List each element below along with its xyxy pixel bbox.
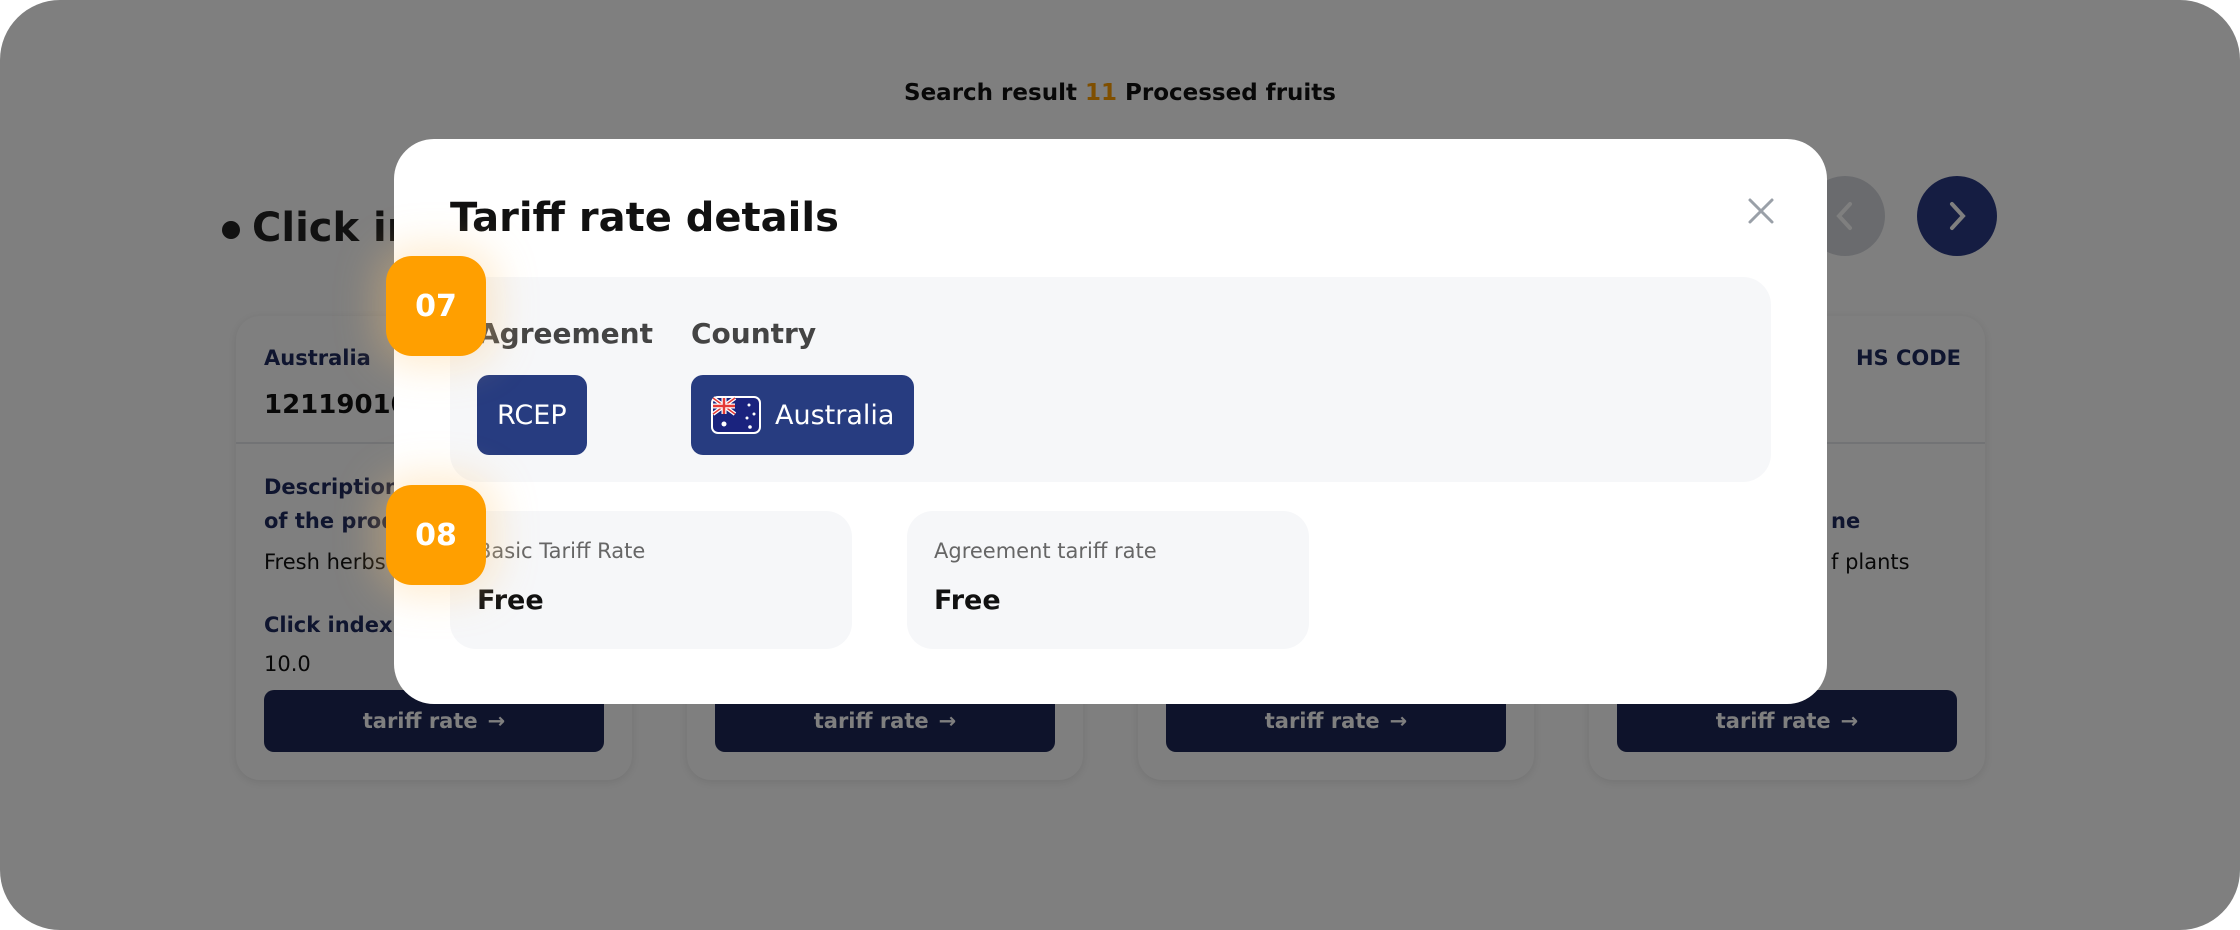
australia-flag-icon xyxy=(711,396,761,434)
tariff-rate-modal: Tariff rate details Agreement Country RC… xyxy=(394,139,1827,704)
basic-tariff-rate-card: Basic Tariff Rate Free xyxy=(450,511,852,649)
step-badge-08: 08 xyxy=(386,485,486,585)
country-chip[interactable]: Australia xyxy=(691,375,915,455)
agreement-value: RCEP xyxy=(497,399,567,431)
country-value: Australia xyxy=(775,399,895,431)
agreement-rate-value: Free xyxy=(934,585,1001,616)
agreement-label: Agreement xyxy=(478,317,653,350)
step-badge-07: 07 xyxy=(386,256,486,356)
agreement-country-section: Agreement Country RCEP Australia xyxy=(450,277,1771,482)
country-label: Country xyxy=(691,317,817,350)
basic-rate-label: Basic Tariff Rate xyxy=(477,539,646,563)
basic-rate-value: Free xyxy=(477,585,544,616)
app-frame: Search result 11 Processed fruits Click … xyxy=(0,0,2240,930)
agreement-tariff-rate-card: Agreement tariff rate Free xyxy=(907,511,1309,649)
close-icon[interactable] xyxy=(1745,195,1777,227)
modal-title: Tariff rate details xyxy=(450,195,839,241)
agreement-rate-label: Agreement tariff rate xyxy=(934,539,1157,563)
agreement-chip[interactable]: RCEP xyxy=(477,375,587,455)
